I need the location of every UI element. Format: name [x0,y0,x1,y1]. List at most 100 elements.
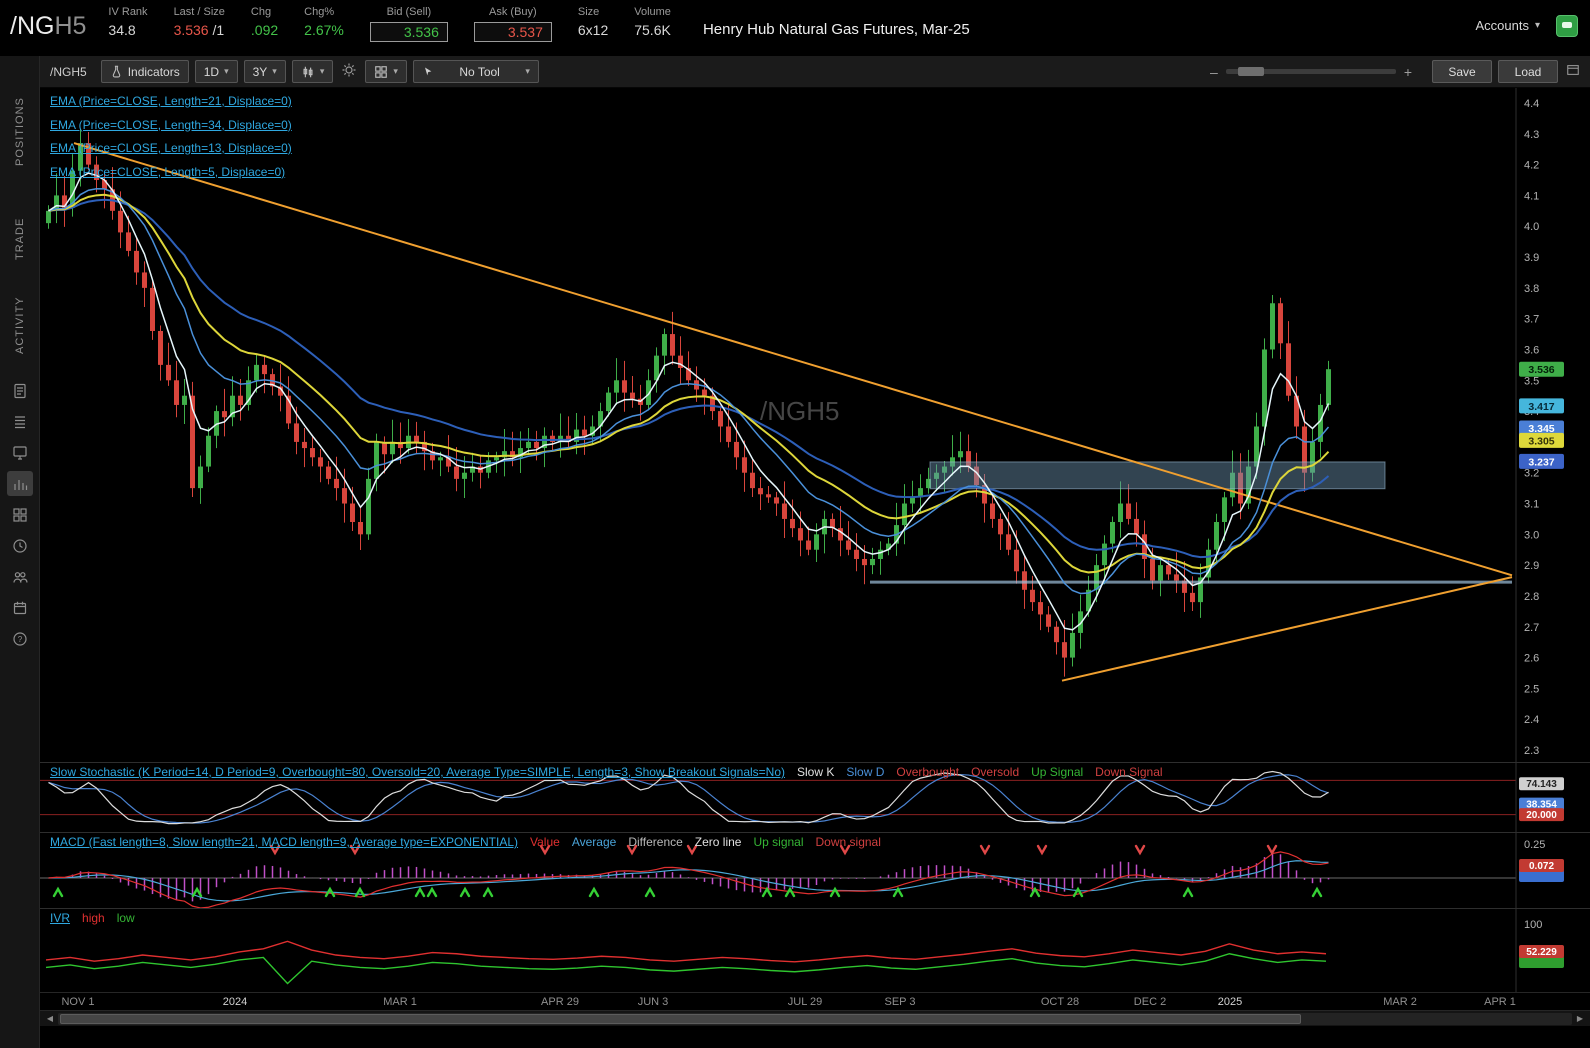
quote-field-value[interactable]: 3.536 [369,22,448,42]
zoom-in-button[interactable]: + [1404,64,1412,80]
svg-text:2.4: 2.4 [1524,714,1539,726]
ema-study-label[interactable]: EMA (Price=CLOSE, Length=5, Displace=0) [50,165,292,179]
range-dropdown[interactable]: 3Y ▾ [243,60,286,83]
quote-field-label: Bid (Sell) [386,6,432,18]
macd-up-signals [52,886,1323,898]
study-plot-label[interactable]: high [82,911,105,925]
study-title: MACD (Fast length=8, Slow length=21, MAC… [50,835,519,849]
svg-text:2.6: 2.6 [1524,653,1539,665]
svg-text:?: ? [17,634,22,643]
study-plot-label[interactable]: Up signal [753,835,803,849]
time-axis-label: DEC 2 [1133,996,1167,1008]
quote-field-value[interactable]: 3.537 [473,22,552,42]
chart-type-dropdown[interactable]: ▾ [291,60,334,83]
study-plot-label[interactable]: Zero line [695,835,742,849]
chevron-down-icon: ▾ [224,66,229,76]
quote-field-label: Chg% [304,6,335,18]
scroll-right-arrow[interactable]: ▶ [1572,1014,1588,1023]
study-plot-label[interactable]: Oversold [971,765,1019,779]
chart-icon[interactable] [6,471,33,496]
chevron-down-icon: ▾ [272,66,277,76]
ema-study-labels: EMA (Price=CLOSE, Length=21, Displace=0)… [50,94,292,188]
study-plot-label[interactable]: Difference [628,835,682,849]
timeframe-dropdown[interactable]: 1D ▾ [194,60,238,83]
zoom-slider-handle[interactable] [1237,67,1264,76]
trading-platform-window: /NGH5 IV Rank 34.8 Last / Size 3.536 /1 Chg.… [0,0,1590,1048]
sidebar-tab-positions[interactable]: POSITIONS [14,80,26,166]
scroll-track[interactable] [58,1012,1572,1025]
study-plot-label[interactable]: Down Signal [1095,765,1162,779]
study-plot-label[interactable]: Up Signal [1031,765,1083,779]
time-axis-label: APR 1 [1484,996,1516,1008]
beaker-icon [112,65,120,78]
zoom-slider[interactable] [1225,67,1396,76]
panel-settings-icon[interactable] [1564,63,1582,80]
zoom-out-button[interactable]: – [1210,64,1218,80]
time-axis-label: OCT 28 [1040,996,1080,1008]
svg-text:20.000: 20.000 [1526,810,1557,821]
study-plot-label[interactable]: Overbought [896,765,959,779]
accounts-label: Accounts [1475,18,1529,33]
study-plot-label[interactable]: Slow K [797,765,834,779]
toolbar-symbol: /NGH5 [50,64,87,79]
svg-text:4.0: 4.0 [1524,221,1539,233]
quote-fields: IV Rank 34.8 Last / Size 3.536 /1 Chg .092 Chg… [108,6,697,42]
svg-text:3.305: 3.305 [1528,435,1554,447]
sidebar-tab-activity[interactable]: ACTIVITY [14,268,26,354]
chevron-down-icon: ▾ [1534,20,1540,31]
svg-text:4.4: 4.4 [1524,98,1539,110]
quote-field-ask-buy-[interactable]: Ask (Buy) 3.537 [473,6,552,42]
left-sidebar: POSITIONS TRADE ACTIVITY ? [0,56,40,1048]
symbol-label: /NGH5 [10,6,86,46]
people-icon[interactable] [7,564,33,589]
quote-field-label: Size [577,6,600,18]
svg-text:3.2: 3.2 [1524,468,1539,480]
scroll-handle[interactable] [60,1013,1302,1024]
support-chat-icon[interactable] [1556,15,1578,37]
study-plot-label[interactable]: Average [572,835,616,849]
quote-field-label: Chg [250,6,272,18]
study-plot-label[interactable]: Down signal [816,835,881,849]
time-axis-label: JUN 3 [637,996,669,1008]
history-icon[interactable] [7,533,33,558]
drawing-tool-dropdown[interactable]: No Tool ▾ [412,60,539,83]
sidebar-tab-trade[interactable]: TRADE [14,174,26,260]
monitor-icon[interactable] [7,440,33,465]
ema-study-label[interactable]: EMA (Price=CLOSE, Length=13, Displace=0) [50,141,292,155]
load-button[interactable]: Load [1498,60,1558,83]
notes-icon[interactable] [7,378,33,403]
symbol-root: /NG [10,12,55,40]
quote-field-chg-: Chg% 2.67% [304,6,344,42]
study-plot-label[interactable]: Slow D [846,765,884,779]
time-axis-label: MAR 1 [383,996,417,1008]
time-axis-label: 2024 [222,996,248,1008]
scroll-left-arrow[interactable]: ◀ [42,1014,58,1023]
chart-scrollbar[interactable]: ◀ ▶ [40,1010,1590,1026]
quote-field-bid-sell-[interactable]: Bid (Sell) 3.536 [369,6,448,42]
price-chart-pane[interactable]: /NGH54.44.34.24.14.03.93.83.73.63.53.43.… [40,88,1590,762]
svg-text:4.3: 4.3 [1524,129,1539,141]
ema-study-label[interactable]: EMA (Price=CLOSE, Length=21, Displace=0) [50,94,292,108]
list-icon[interactable] [7,409,33,434]
ema-study-label[interactable]: EMA (Price=CLOSE, Length=34, Displace=0) [50,118,292,132]
quote-field-value: 75.6K [634,22,671,38]
calendar-icon[interactable] [7,595,33,620]
accounts-menu[interactable]: Accounts ▾ [1475,18,1540,33]
svg-text:3.237: 3.237 [1528,456,1554,468]
settings-gear-icon[interactable] [339,62,359,81]
study-plot-label[interactable]: Value [530,835,560,849]
study-title: IVR [50,911,71,925]
ivr-pane[interactable]: 100 52.229 [40,908,1590,992]
chart-gadget: /NGH5 Indicators 1D ▾ 3Y ▾ ▾ ▾ No Tool ▾… [40,56,1590,1048]
grid-icon[interactable] [7,502,33,527]
save-button[interactable]: Save [1432,60,1492,83]
grid-layout-dropdown[interactable]: ▾ [365,60,407,83]
svg-text:3.0: 3.0 [1524,529,1539,541]
candlestick-layer [46,129,1331,677]
chart-region[interactable]: /NGH54.44.34.24.14.03.93.83.73.63.53.43.… [40,88,1590,1026]
svg-text:100: 100 [1524,919,1542,931]
study-plot-label[interactable]: low [117,911,135,925]
help-icon[interactable]: ? [7,626,33,651]
indicators-button[interactable]: Indicators [100,60,189,83]
study-title: Slow Stochastic (K Period=14, D Period=9… [50,765,785,779]
